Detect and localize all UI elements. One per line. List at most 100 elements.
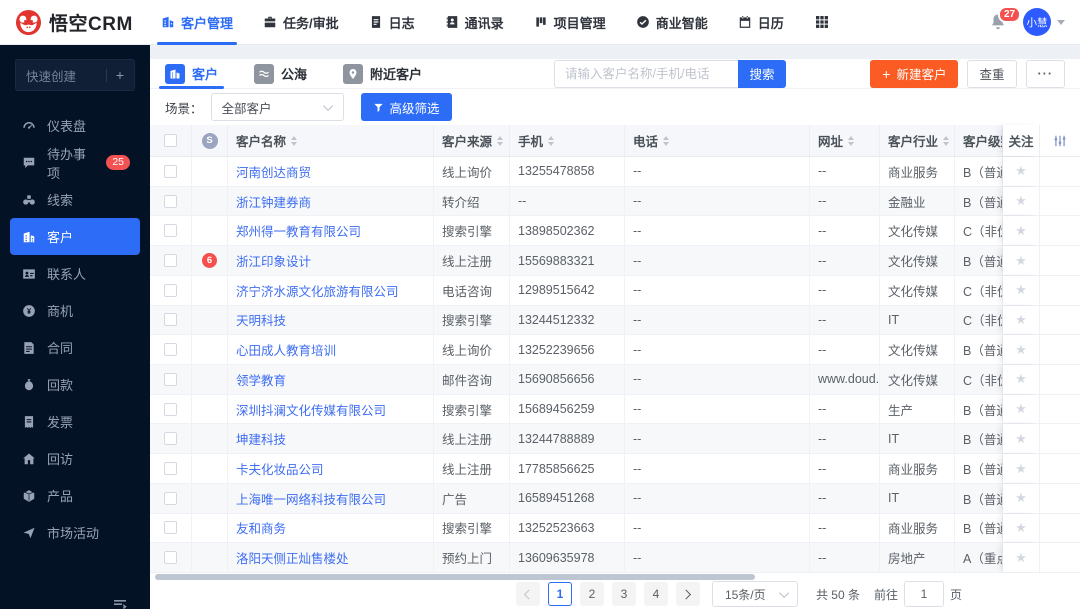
customer-name-link[interactable]: 心田成人教育培训 xyxy=(236,340,336,359)
table-row[interactable]: 领学教育 邮件咨询 15690856656 -- www.doud... 文化传… xyxy=(150,365,1080,395)
sidebar-item-dashboard[interactable]: 仪表盘 xyxy=(10,107,140,144)
row-checkbox[interactable] xyxy=(164,224,177,238)
row-checkbox[interactable] xyxy=(164,432,177,446)
sidebar-item-contacts[interactable]: 联系人 xyxy=(10,255,140,292)
nav-item-business-intelligence[interactable]: 商业智能 xyxy=(636,0,708,45)
customer-name-link[interactable]: 济宁济水源文化旅游有限公司 xyxy=(236,281,399,300)
column-header-website[interactable]: 网址 xyxy=(810,125,880,156)
table-row[interactable]: 坤建科技 线上注册 13244788889 -- -- IT B（普通客 xyxy=(150,424,1080,455)
search-input[interactable] xyxy=(554,59,739,88)
customer-name-link[interactable]: 上海唯一网络科技有限公司 xyxy=(236,489,386,508)
follow-star-icon[interactable] xyxy=(1015,193,1027,209)
table-row[interactable]: 深圳抖澜文化传媒有限公司 搜索引擎 15689456259 -- -- 生产 B… xyxy=(150,394,1080,425)
table-row[interactable]: 济宁济水源文化旅游有限公司 电话咨询 12989515642 -- -- 文化传… xyxy=(150,275,1080,306)
sidebar-item-products[interactable]: 产品 xyxy=(10,477,140,514)
table-row[interactable]: 心田成人教育培训 线上询价 13252239656 -- -- 文化传媒 B（普… xyxy=(150,335,1080,366)
page-size-select[interactable]: 15条/页 xyxy=(711,581,798,607)
follow-star-icon[interactable] xyxy=(1015,520,1027,536)
nav-item-tasks-approval[interactable]: 任务/审批 xyxy=(263,0,339,45)
next-page-button[interactable] xyxy=(675,582,700,606)
page-4-button[interactable]: 4 xyxy=(643,582,668,606)
table-row[interactable]: 天明科技 搜索引擎 13244512332 -- -- IT C（非优先 xyxy=(150,305,1080,336)
sidebar-item-contracts[interactable]: 合同 xyxy=(10,329,140,366)
table-row[interactable]: 6 浙江印象设计 线上注册 15569883321 -- -- 文化传媒 B（普… xyxy=(150,246,1080,276)
sort-icon[interactable] xyxy=(663,135,670,146)
row-checkbox[interactable] xyxy=(164,372,177,386)
scene-select[interactable]: 全部客户 xyxy=(210,93,344,121)
brand-logo[interactable]: 悟空CRM xyxy=(15,9,153,36)
horizontal-scrollbar[interactable] xyxy=(155,574,755,580)
column-header-name[interactable]: 客户名称 xyxy=(228,125,434,156)
follow-star-icon[interactable] xyxy=(1015,461,1027,477)
more-actions-button[interactable]: ··· xyxy=(1025,59,1065,88)
column-header-follow[interactable]: 关注 xyxy=(1003,125,1040,156)
page-2-button[interactable]: 2 xyxy=(579,582,604,606)
table-row[interactable]: 上海唯一网络科技有限公司 广告 16589451268 -- -- IT B（普… xyxy=(150,483,1080,514)
follow-star-icon[interactable] xyxy=(1015,490,1027,506)
column-header-level[interactable]: 客户级别 xyxy=(955,125,1003,156)
goto-page-input[interactable] xyxy=(903,581,944,607)
row-checkbox[interactable] xyxy=(164,164,177,178)
column-header-mobile[interactable]: 手机 xyxy=(510,125,625,156)
sidebar-item-payments[interactable]: 回款 xyxy=(10,366,140,403)
nav-item-log[interactable]: 日志 xyxy=(369,0,415,45)
page-3-button[interactable]: 3 xyxy=(611,582,636,606)
customer-name-link[interactable]: 河南创达商贸 xyxy=(236,162,311,181)
follow-star-icon[interactable] xyxy=(1015,371,1027,387)
customer-name-link[interactable]: 友和商务 xyxy=(236,518,286,537)
customer-name-link[interactable]: 浙江印象设计 xyxy=(236,251,311,270)
row-checkbox[interactable] xyxy=(164,551,177,565)
table-row[interactable]: 卡夫化妆品公司 线上注册 17785856625 -- -- 商业服务 B（普通… xyxy=(150,454,1080,484)
sort-icon[interactable] xyxy=(497,135,504,146)
search-button[interactable]: 搜索 xyxy=(738,59,787,88)
collapse-sidebar-icon[interactable] xyxy=(112,596,128,609)
column-header-phone[interactable]: 电话 xyxy=(625,125,810,156)
sidebar-item-visits[interactable]: 回访 xyxy=(10,440,140,477)
follow-star-icon[interactable] xyxy=(1015,282,1027,298)
row-checkbox[interactable] xyxy=(164,521,177,535)
sort-icon[interactable] xyxy=(848,135,855,146)
table-row[interactable]: 洛阳天侧正灿售楼处 预约上门 13609635978 -- -- 房地产 A（重… xyxy=(150,543,1080,574)
customer-name-link[interactable]: 领学教育 xyxy=(236,370,286,389)
quick-create-button[interactable]: 快速创建 + xyxy=(15,59,135,91)
sidebar-item-invoices[interactable]: 发票 xyxy=(10,403,140,440)
row-checkbox[interactable] xyxy=(164,283,177,297)
sidebar-item-opportunities[interactable]: 商机 xyxy=(10,292,140,329)
row-checkbox[interactable] xyxy=(164,194,177,208)
apps-grid-button[interactable] xyxy=(814,0,830,45)
prev-page-button[interactable] xyxy=(515,582,540,606)
nav-item-customer-management[interactable]: 客户管理 xyxy=(156,0,238,45)
follow-star-icon[interactable] xyxy=(1015,401,1027,417)
row-checkbox[interactable] xyxy=(164,462,177,476)
tab-nearby-customers[interactable]: 附近客户 xyxy=(343,59,422,89)
customer-name-link[interactable]: 浙江钟建券商 xyxy=(236,192,311,211)
row-checkbox[interactable] xyxy=(164,491,177,505)
sort-icon[interactable] xyxy=(291,135,298,146)
customer-name-link[interactable]: 卡夫化妆品公司 xyxy=(236,459,324,478)
row-checkbox[interactable] xyxy=(164,254,177,268)
nav-item-project-management[interactable]: 项目管理 xyxy=(534,0,606,45)
follow-star-icon[interactable] xyxy=(1015,163,1027,179)
user-menu[interactable]: 小慧 xyxy=(1023,8,1065,36)
sort-icon[interactable] xyxy=(548,135,555,146)
follow-star-icon[interactable] xyxy=(1015,550,1027,566)
sidebar-item-todo[interactable]: 待办事项 25 xyxy=(10,144,140,181)
follow-star-icon[interactable] xyxy=(1015,342,1027,358)
follow-star-icon[interactable] xyxy=(1015,431,1027,447)
select-all-checkbox[interactable] xyxy=(164,134,177,147)
table-row[interactable]: 郑州得一教育有限公司 搜索引擎 13898502362 -- -- 文化传媒 C… xyxy=(150,216,1080,247)
row-checkbox[interactable] xyxy=(164,402,177,416)
row-checkbox[interactable] xyxy=(164,343,177,357)
customer-name-link[interactable]: 坤建科技 xyxy=(236,429,286,448)
table-row[interactable]: 河南创达商贸 线上询价 13255478858 -- -- 商业服务 B（普通客 xyxy=(150,157,1080,187)
dedupe-button[interactable]: 查重 xyxy=(967,59,1017,88)
sidebar-item-leads[interactable]: 线索 xyxy=(10,181,140,218)
follow-star-icon[interactable] xyxy=(1015,312,1027,328)
column-settings-icon[interactable] xyxy=(1053,134,1067,148)
tab-public-pool[interactable]: 公海 xyxy=(254,59,307,89)
table-row[interactable]: 浙江钟建券商 转介绍 -- -- -- 金融业 B（普通客 xyxy=(150,186,1080,217)
customer-name-link[interactable]: 天明科技 xyxy=(236,310,286,329)
customer-name-link[interactable]: 深圳抖澜文化传媒有限公司 xyxy=(236,400,386,419)
nav-item-calendar[interactable]: 日历 xyxy=(738,0,784,45)
follow-star-icon[interactable] xyxy=(1015,223,1027,239)
